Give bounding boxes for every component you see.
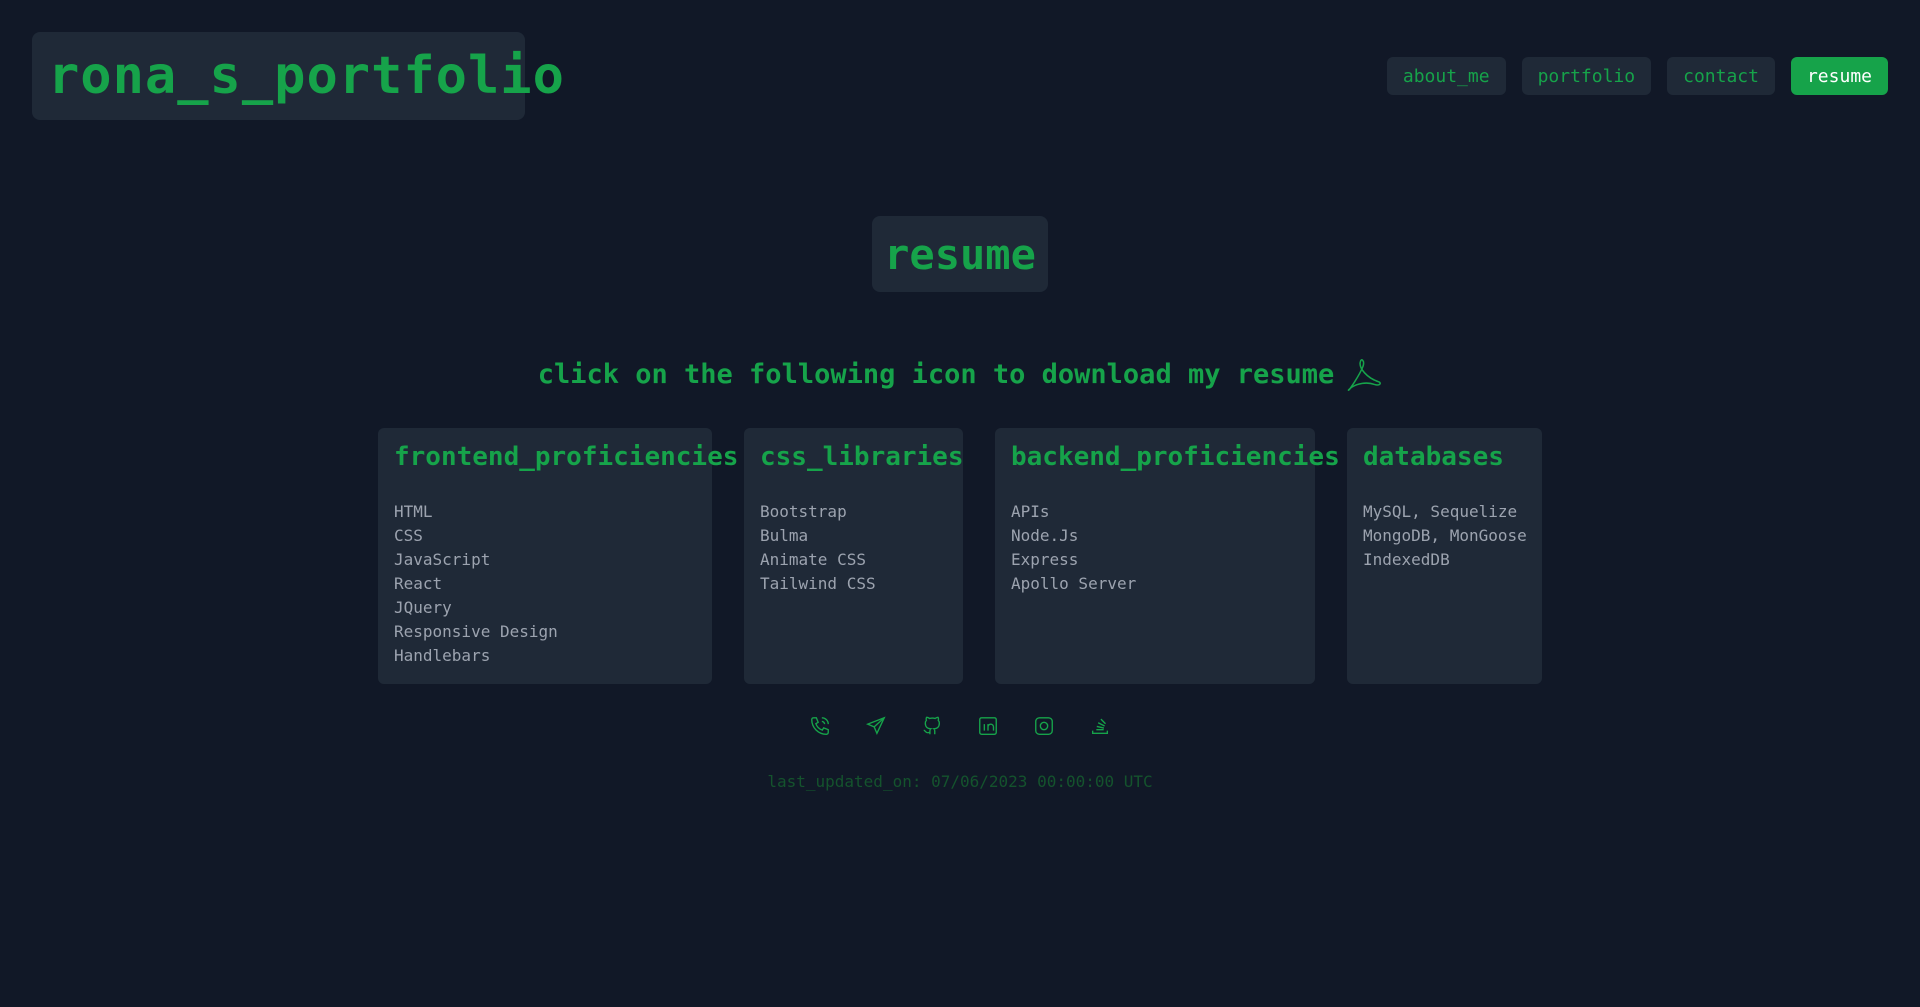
card-databases: databases MySQL, Sequelize MongoDB, MonG… [1347,428,1542,684]
skill-item: Animate CSS [760,550,866,569]
skill-item: CSS [394,526,423,545]
card-backend-proficiencies: backend_proficiencies APIs Node.Js Expre… [995,428,1340,684]
skill-list: HTML CSS JavaScript React JQuery Respons… [394,500,696,668]
stackoverflow-icon[interactable] [1089,715,1111,737]
download-text: click on the following icon to download … [537,358,1335,390]
nav-contact[interactable]: contact [1667,57,1775,95]
phone-icon[interactable] [809,715,831,737]
skill-item: APIs [1011,502,1050,521]
page-title: resume [872,216,1048,292]
linkedin-icon[interactable] [977,715,999,737]
skill-item: Express [1011,550,1079,569]
github-icon[interactable] [921,715,943,737]
skill-item: JavaScript [394,550,491,569]
card-css-libraries: css_libraries Bootstrap Bulma Animate CS… [744,428,964,684]
skill-item: JQuery [394,598,452,617]
skill-item: MySQL, Sequelize [1363,502,1518,521]
skill-item: Tailwind CSS [760,574,876,593]
skill-item: Apollo Server [1011,574,1137,593]
card-frontend-proficiencies: frontend_proficiencies HTML CSS JavaScri… [378,428,739,684]
skill-item: Bootstrap [760,502,847,521]
nav-about-me[interactable]: about_me [1386,57,1506,95]
skill-item: IndexedDB [1363,550,1450,569]
skill-item: Node.Js [1011,526,1079,545]
skill-list: Bootstrap Bulma Animate CSS Tailwind CSS [760,500,947,596]
skill-item: MongoDB, MonGoose [1363,526,1527,545]
send-icon[interactable] [865,715,887,737]
social-links [0,715,1920,737]
card-title: databases [1363,442,1504,472]
site-logo[interactable]: rona_s_portfolio [32,32,564,120]
card-title: frontend_proficiencies [394,442,739,472]
card-title: backend_proficiencies [1011,442,1340,472]
skill-item: React [394,574,443,593]
skill-item: Bulma [760,526,809,545]
resume-page: rona_s_portfolio about_me portfolio cont… [0,0,1920,1007]
instagram-icon[interactable] [1033,715,1055,737]
skill-item: Handlebars [394,646,491,665]
skill-list: MySQL, Sequelize MongoDB, MonGoose Index… [1363,500,1527,572]
last-updated: last_updated_on: 07/06/2023 00:00:00 UTC [767,772,1153,791]
main-nav: about_me portfolio contact resume [1386,57,1888,95]
nav-resume[interactable]: resume [1790,57,1888,95]
card-title: css_libraries [760,442,964,472]
skill-list: APIs Node.Js Express Apollo Server [1011,500,1299,596]
skill-item: HTML [394,502,433,521]
skill-item: Responsive Design [394,622,558,641]
download-prompt: click on the following icon to download … [0,354,1920,394]
pdf-icon[interactable] [1344,354,1382,394]
nav-portfolio[interactable]: portfolio [1521,57,1652,95]
